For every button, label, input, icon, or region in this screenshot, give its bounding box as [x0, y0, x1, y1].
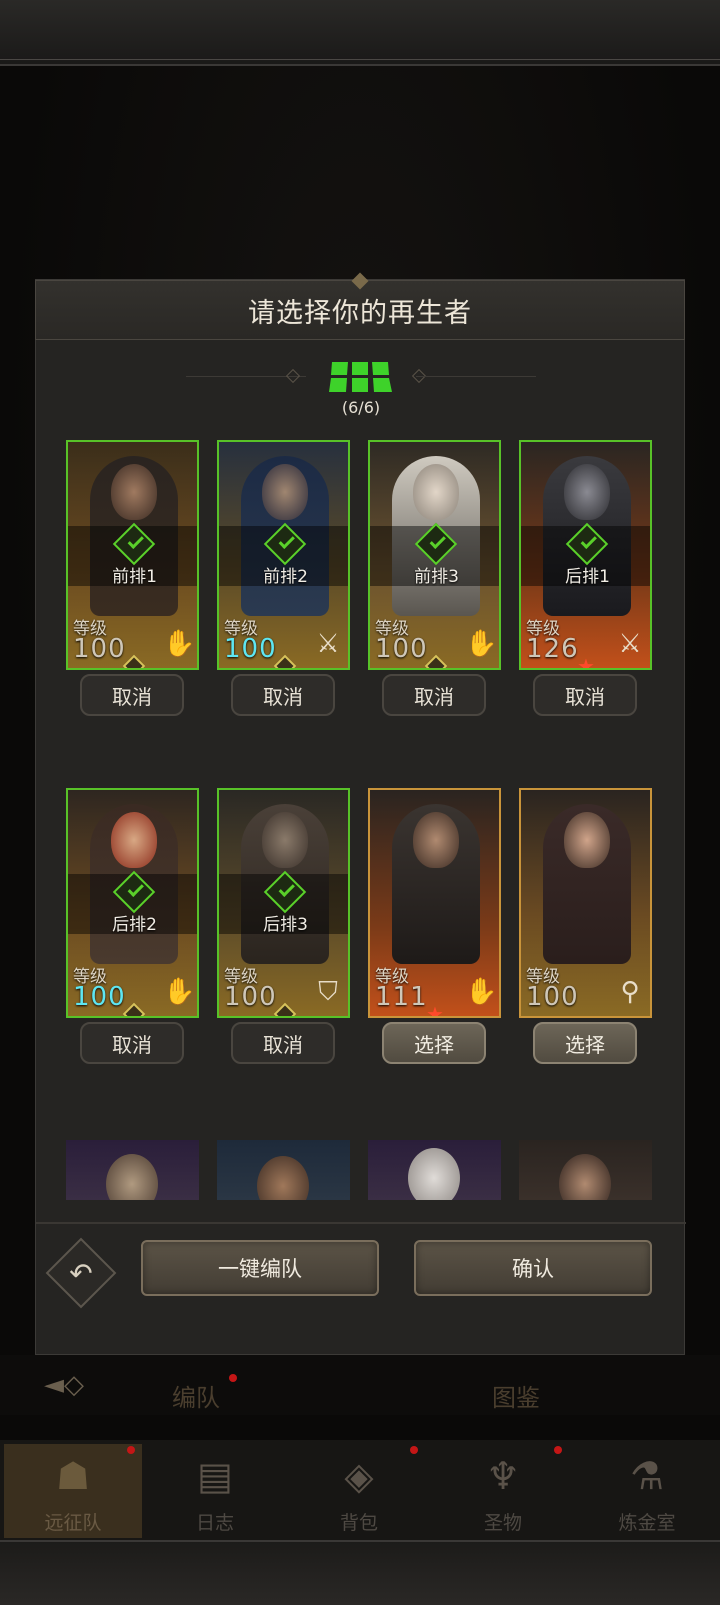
- level-value: 100: [224, 634, 277, 664]
- nav-label: 炼金室: [618, 1512, 676, 1534]
- hero-card[interactable]: 等级 100 ⚲: [519, 788, 652, 1018]
- nav-label: 背包: [339, 1512, 378, 1534]
- hero-card-partial[interactable]: [66, 1140, 199, 1200]
- cancel-button[interactable]: 取消: [382, 674, 486, 716]
- cancel-button[interactable]: 取消: [80, 1022, 184, 1064]
- nav-bag[interactable]: ◈ 背包: [290, 1444, 428, 1538]
- ornament-diamond: [285, 368, 301, 384]
- level-value: 100: [526, 982, 579, 1012]
- tab-codex[interactable]: 图鉴: [492, 1378, 540, 1413]
- cancel-button[interactable]: 取消: [231, 1022, 335, 1064]
- undo-icon: ↶: [69, 1256, 93, 1290]
- modal-header: 请选择你的再生者: [35, 272, 685, 340]
- hero-card-partial[interactable]: [217, 1140, 350, 1200]
- tab-formation[interactable]: 编队: [172, 1378, 220, 1413]
- nav-label: 日志: [195, 1512, 234, 1534]
- position-label: 后排2: [112, 915, 157, 935]
- position-label: 后排1: [565, 567, 610, 587]
- hero-select-modal: 请选择你的再生者 (6/6) 前排1 等级 100 ✋ 取消 前排2 等级 10…: [35, 272, 686, 1355]
- hero-card-partial[interactable]: [368, 1140, 501, 1200]
- hero-card[interactable]: 后排2 等级 100 ✋: [66, 788, 199, 1018]
- hero-card[interactable]: 前排3 等级 100 ✋: [368, 440, 501, 670]
- sword-icon: ⚔: [618, 629, 642, 659]
- hero-portrait: 后排2 等级 100 ✋: [66, 788, 199, 1018]
- hero-card[interactable]: 等级 111 ✋ ★: [368, 788, 501, 1018]
- nav-alchemy[interactable]: ⚗ 炼金室: [578, 1444, 716, 1538]
- position-label: 前排3: [414, 567, 459, 587]
- hero-card[interactable]: 后排1 等级 126 ⚔ ★: [519, 440, 652, 670]
- select-button[interactable]: 选择: [382, 1022, 486, 1064]
- hero-portrait: 前排1 等级 100 ✋: [66, 440, 199, 670]
- hero-portrait: 后排3 等级 100 ⛉: [217, 788, 350, 1018]
- level-value: 100: [224, 982, 277, 1012]
- level-value: 111: [375, 982, 428, 1012]
- notification-dot: [410, 1446, 418, 1454]
- level-value: 100: [375, 634, 428, 664]
- hero-card[interactable]: 后排3 等级 100 ⛉: [217, 788, 350, 1018]
- hero-card[interactable]: 前排1 等级 100 ✋: [66, 440, 199, 670]
- hero-portrait: 等级 100 ⚲: [519, 788, 652, 1018]
- level-value: 100: [73, 634, 126, 664]
- modal-title: 请选择你的再生者: [248, 297, 472, 329]
- palm-icon: ✋: [163, 629, 196, 659]
- scroll-icon: ▤: [197, 1454, 233, 1498]
- star-icon: ★: [426, 1002, 444, 1018]
- nav-relic[interactable]: ♆ 圣物: [434, 1444, 572, 1538]
- footer-divider: [36, 1222, 686, 1224]
- hero-portrait: 前排3 等级 100 ✋: [368, 440, 501, 670]
- level-value: 100: [73, 982, 126, 1012]
- cancel-button[interactable]: 取消: [533, 674, 637, 716]
- hero-portrait: 等级 111 ✋ ★: [368, 788, 501, 1018]
- palm-icon: ✋: [465, 629, 498, 659]
- level-value: 126: [526, 634, 579, 664]
- back-arrow-icon[interactable]: ◄◇: [44, 1370, 104, 1400]
- nav-expedition[interactable]: ☗ 远征队: [4, 1444, 142, 1538]
- bag-icon: ◈: [344, 1454, 374, 1498]
- select-button[interactable]: 选择: [533, 1022, 637, 1064]
- formation-grid-icon: [329, 362, 392, 392]
- auto-formation-button[interactable]: 一键编队: [141, 1240, 379, 1296]
- star-icon: ★: [577, 654, 595, 670]
- hero-card-partial[interactable]: [519, 1140, 652, 1200]
- bottom-frame: [0, 1540, 720, 1605]
- helmet-icon: ☗: [55, 1454, 91, 1498]
- notification-dot: [127, 1446, 135, 1454]
- position-label: 后排3: [263, 915, 308, 935]
- notification-dot: [554, 1446, 562, 1454]
- shield-icon: ⛉: [318, 977, 338, 1007]
- palm-icon: ✋: [163, 977, 196, 1007]
- alchemy-icon: ⚗: [629, 1454, 665, 1498]
- nav-journal[interactable]: ▤ 日志: [146, 1444, 284, 1538]
- position-label: 前排2: [263, 567, 308, 587]
- team-indicator: (6/6): [36, 360, 686, 420]
- top-frame: [0, 0, 720, 66]
- confirm-button[interactable]: 确认: [414, 1240, 652, 1296]
- hero-card[interactable]: 前排2 等级 100 ⚔: [217, 440, 350, 670]
- nav-label: 圣物: [483, 1512, 522, 1534]
- hero-portrait: 后排1 等级 126 ⚔ ★: [519, 440, 652, 670]
- notification-dot: [229, 1374, 237, 1382]
- cancel-button[interactable]: 取消: [231, 674, 335, 716]
- palm-icon: ✋: [465, 977, 498, 1007]
- chalice-icon: ♆: [485, 1454, 521, 1498]
- cancel-button[interactable]: 取消: [80, 674, 184, 716]
- nav-label: 远征队: [44, 1512, 102, 1534]
- team-count: (6/6): [341, 398, 381, 417]
- position-label: 前排1: [112, 567, 157, 587]
- divider-line: [416, 376, 536, 377]
- hero-portrait: 前排2 等级 100 ⚔: [217, 440, 350, 670]
- tab-strip: [0, 1355, 720, 1415]
- staff-icon: ⚲: [620, 977, 640, 1007]
- sword-icon: ⚔: [316, 629, 340, 659]
